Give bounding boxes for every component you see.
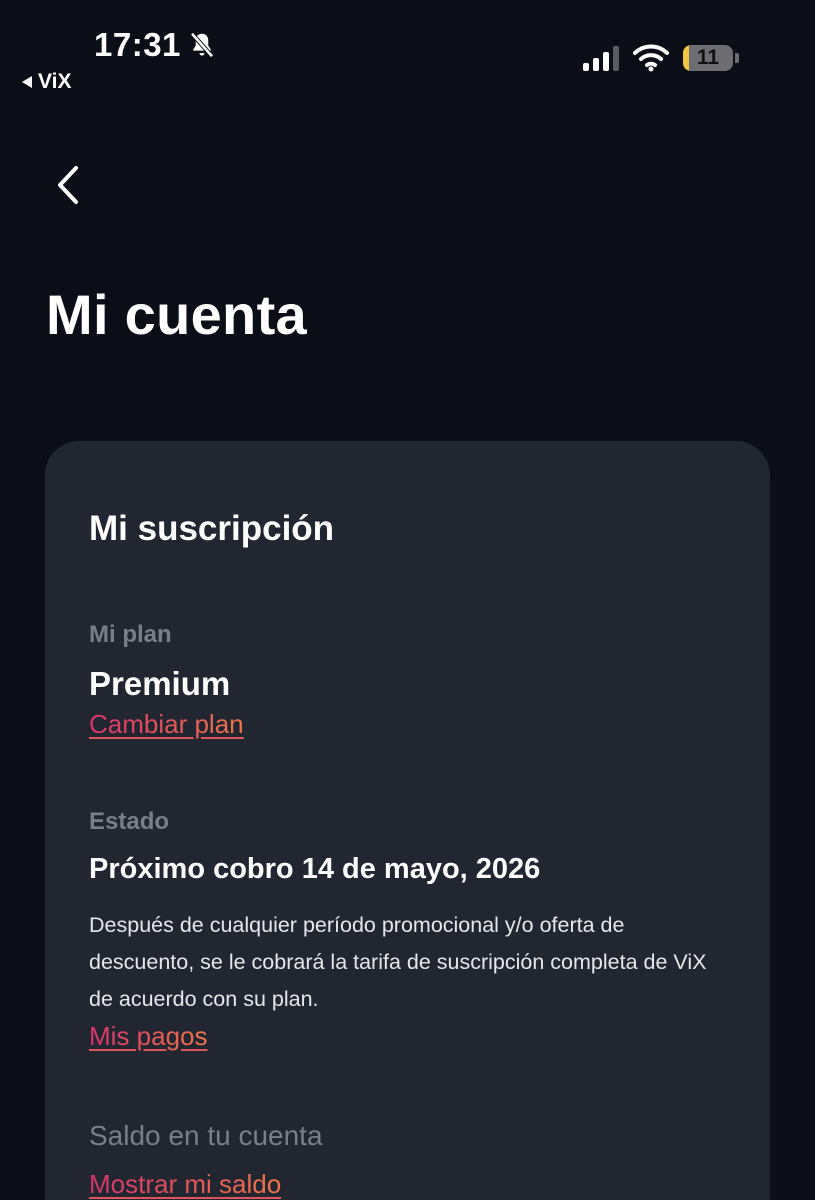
status-label: Estado [89,808,170,835]
chevron-left-icon[interactable] [48,160,88,210]
page-title: Mi cuenta [46,283,307,346]
payments-link[interactable]: Mis pagos [89,1021,208,1052]
bell-slash-icon [190,32,214,58]
battery-level: 11 [696,46,720,69]
subscription-title: Mi suscripción [89,509,335,548]
status-time-text: 17:31 [94,26,181,63]
back-to-app[interactable]: ViX [22,70,71,94]
subscription-description: Después de cualquier período promocional… [89,913,707,1011]
subscription-card: Mi suscripción Mi plan Premium Cambiar p… [45,441,770,1200]
battery-icon: 11 [683,45,733,71]
account-screen: 17:31 ViX 11 Mi cuenta Mi suscripción Mi… [0,0,815,1200]
status-value: Próximo cobro 14 de mayo, 2026 [89,853,541,885]
balance-label: Saldo en tu cuenta [89,1120,323,1151]
wifi-icon [633,44,669,72]
status-indicators: 11 [583,44,739,72]
status-time: 17:31 [94,26,217,64]
back-app-label: ViX [38,70,72,93]
cellular-signal-icon [583,45,619,71]
show-balance-link[interactable]: Mostrar mi saldo [89,1169,281,1200]
battery-fill [683,45,689,71]
plan-label: Mi plan [89,621,172,648]
plan-value: Premium [89,665,231,702]
battery-cap [735,53,739,63]
back-triangle-icon [22,76,32,88]
change-plan-link[interactable]: Cambiar plan [89,709,244,740]
